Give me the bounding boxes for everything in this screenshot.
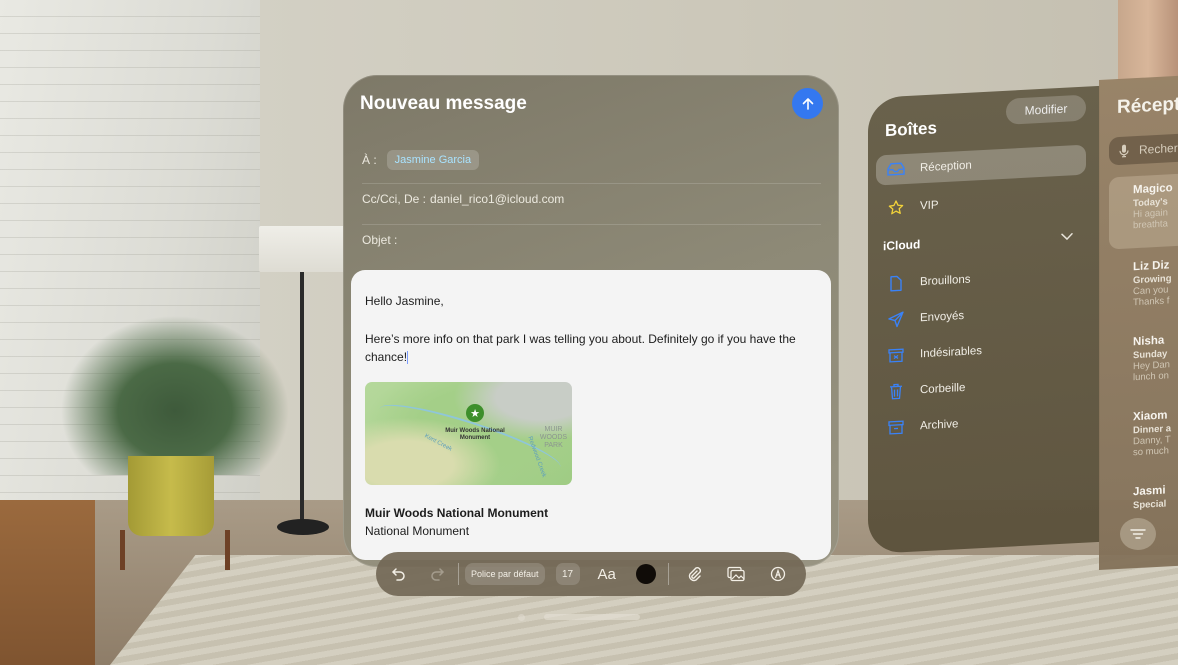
icloud-section-header[interactable]: iCloud	[883, 229, 1073, 253]
sidebar-item-label: Archive	[920, 418, 959, 433]
paperplane-icon	[886, 311, 906, 328]
subject-field[interactable]: Objet :	[362, 224, 821, 255]
markup-icon	[770, 566, 786, 582]
font-picker[interactable]: Police par défaut	[465, 563, 545, 585]
attach-button[interactable]	[679, 559, 709, 589]
background-curtain	[1118, 0, 1178, 80]
map-pin-star-icon: ★	[466, 404, 484, 422]
search-placeholder: Rechercher	[1139, 139, 1178, 157]
chevron-down-icon	[1061, 232, 1073, 241]
sidebar-item-label: Réception	[920, 159, 972, 175]
message-sender: Liz Diz	[1133, 259, 1170, 274]
send-button[interactable]	[792, 88, 823, 119]
redo-icon	[429, 566, 445, 582]
background-lamp-pole	[300, 272, 304, 527]
paperclip-icon	[686, 566, 702, 582]
sidebar-item-label: Indésirables	[920, 345, 983, 361]
message-list-item[interactable]: Xiaom Dinner a Danny, T so much	[1109, 400, 1178, 460]
font-size-picker[interactable]: 17	[555, 563, 580, 585]
junk-icon	[886, 348, 906, 363]
markup-button[interactable]	[763, 559, 793, 589]
body-paragraph-text: Here’s more info on that park I was tell…	[365, 332, 796, 364]
background-sideboard	[0, 500, 95, 665]
sidebar-item-drafts[interactable]: Brouillons	[876, 259, 1086, 300]
sidebar-item-vip[interactable]: VIP	[876, 183, 1086, 224]
undo-button[interactable]	[384, 559, 414, 589]
redo-button[interactable]	[422, 559, 452, 589]
message-list-item[interactable]: Magico Today's Hi again breathta	[1109, 172, 1178, 250]
archive-icon	[886, 420, 906, 435]
sidebar-item-label: VIP	[920, 199, 939, 213]
arrow-up-icon	[801, 97, 815, 111]
subject-label: Objet :	[362, 233, 398, 247]
message-list-item[interactable]: Nisha Sunday Hey Dan lunch on	[1109, 325, 1178, 385]
sidebar-item-inbox[interactable]: Réception	[876, 144, 1086, 186]
place-name: Muir Woods National Monument	[365, 506, 549, 520]
search-field[interactable]: Rechercher	[1109, 132, 1178, 166]
background-lamp-base	[277, 519, 329, 535]
message-sender: Magico	[1133, 182, 1173, 197]
window-grabber[interactable]	[544, 614, 640, 620]
compose-window: Nouveau message À : Jasmine Garcia Cc/Cc…	[343, 75, 839, 567]
message-sender: Jasmi	[1133, 484, 1166, 499]
compose-title: Nouveau message	[360, 93, 527, 114]
text-style-button[interactable]: Aa	[598, 566, 616, 583]
sidebar-item-junk[interactable]: Indésirables	[876, 331, 1086, 372]
sidebar-item-label: Brouillons	[920, 273, 971, 289]
recipient-chip[interactable]: Jasmine Garcia	[386, 150, 480, 170]
sidebar-title: Boîtes	[885, 118, 937, 141]
inbox-icon	[886, 162, 906, 177]
mailboxes-sidebar: Boîtes Modifier Réception VIP iCloud Bro…	[868, 85, 1100, 554]
undo-icon	[391, 566, 407, 582]
microphone-icon[interactable]	[1119, 143, 1129, 158]
sidebar-item-sent[interactable]: Envoyés	[876, 295, 1086, 336]
cc-from-field[interactable]: Cc/Cci, De : daniel_rico1@icloud.com	[362, 183, 821, 214]
sidebar-item-label: Corbeille	[920, 381, 966, 397]
message-sender: Nisha	[1133, 334, 1165, 349]
toolbar-divider	[667, 563, 669, 585]
trash-icon	[886, 383, 906, 400]
sidebar-item-trash[interactable]: Corbeille	[876, 367, 1086, 408]
background-plant	[60, 315, 290, 475]
background-plant-pot	[128, 456, 214, 536]
filter-button[interactable]	[1120, 518, 1156, 550]
message-list-panel: Réception Rechercher Magico Today's Hi a…	[1099, 75, 1178, 571]
message-list-title: Réception	[1117, 92, 1178, 119]
from-address[interactable]: daniel_rico1@icloud.com	[430, 192, 564, 206]
message-list-item[interactable]: Jasmi Special	[1109, 475, 1178, 513]
background-plant-stand	[120, 530, 230, 570]
message-preview: Hi again breathta	[1133, 207, 1168, 232]
section-label: iCloud	[883, 237, 921, 254]
star-icon	[886, 199, 906, 216]
window-close-dot[interactable]	[518, 614, 525, 621]
document-icon	[886, 275, 906, 292]
edit-button[interactable]: Modifier	[1006, 94, 1086, 125]
text-color-button[interactable]	[635, 564, 656, 584]
message-list-item[interactable]: Liz Diz Growing Can you Thanks f	[1109, 250, 1178, 310]
map-preview[interactable]: ★ Muir Woods National Monument MUIR WOOD…	[365, 382, 572, 485]
cc-label: Cc/Cci, De :	[362, 192, 427, 206]
toolbar-divider	[458, 563, 459, 585]
formatting-toolbar: Police par défaut 17 Aa	[376, 552, 806, 596]
place-type: National Monument	[365, 524, 470, 538]
text-caret	[407, 351, 409, 365]
message-subject: Special	[1133, 498, 1167, 512]
message-body-editor[interactable]: Hello Jasmine, Here’s more info on that …	[351, 270, 831, 560]
sidebar-item-label: Envoyés	[920, 309, 965, 325]
photo-button[interactable]	[721, 559, 751, 589]
message-preview: Can you Thanks f	[1133, 284, 1170, 309]
message-sender: Xiaom	[1133, 409, 1168, 424]
map-pin-label: Muir Woods National Monument	[445, 428, 505, 441]
body-greeting: Hello Jasmine,	[365, 294, 444, 308]
sidebar-item-archive[interactable]: Archive	[876, 403, 1086, 444]
map-park-label: MUIR WOODS PARK	[539, 426, 568, 449]
photo-library-icon	[727, 566, 745, 582]
to-field[interactable]: À : Jasmine Garcia	[362, 145, 821, 175]
background-lamp-shade	[259, 226, 345, 272]
message-preview: Danny, T so much	[1133, 434, 1171, 459]
to-label: À :	[362, 153, 377, 167]
body-paragraph: Here’s more info on that park I was tell…	[365, 330, 810, 366]
filter-icon	[1130, 528, 1146, 540]
message-preview: Hey Dan lunch on	[1133, 359, 1170, 384]
